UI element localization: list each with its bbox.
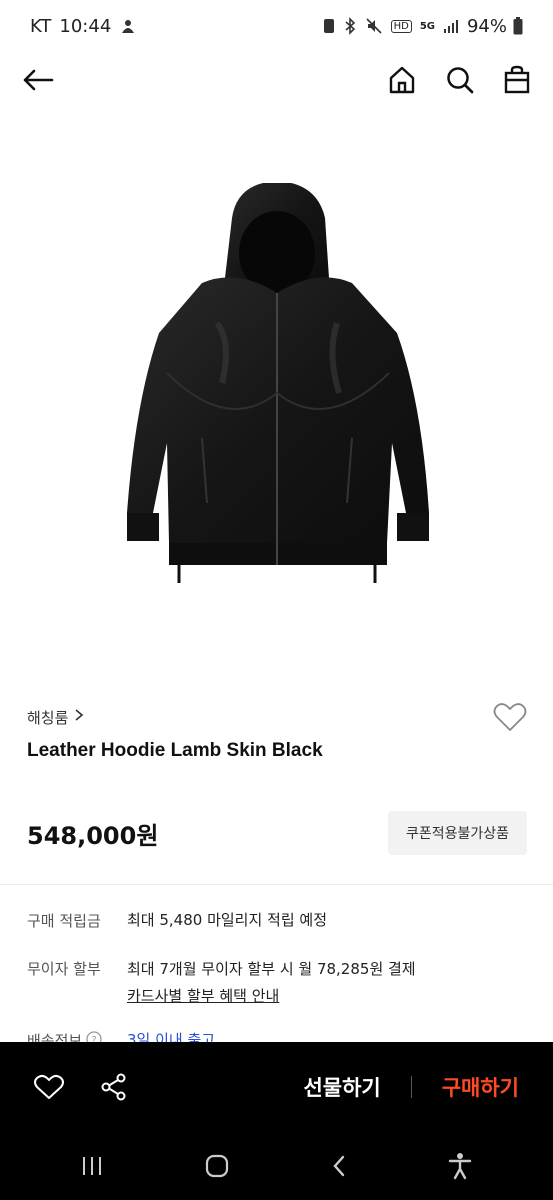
mute-icon	[365, 17, 383, 35]
battery-icon	[513, 17, 523, 35]
system-nav-bar	[0, 1132, 553, 1200]
app-bar-actions	[387, 65, 531, 95]
bottom-action-bar: 선물하기 구매하기	[0, 1042, 553, 1132]
back-arrow-icon[interactable]	[22, 68, 54, 92]
sim-icon	[323, 18, 335, 34]
back-nav-icon[interactable]	[331, 1154, 347, 1178]
price-row: 548,000원 쿠폰적용불가상품	[27, 810, 527, 856]
installment-benefits-link[interactable]: 카드사별 할부 혜택 안내	[127, 983, 416, 1010]
brand-link[interactable]: 해칭룸	[27, 707, 84, 728]
accessibility-icon[interactable]	[447, 1152, 473, 1180]
product-image[interactable]	[0, 108, 553, 688]
coupon-badge: 쿠폰적용불가상품	[387, 811, 527, 855]
notification-icon	[119, 17, 137, 35]
points-row: 구매 적립금 최대 5,480 마일리지 적립 예정	[27, 910, 327, 931]
shopping-bag-icon[interactable]	[503, 65, 531, 95]
bottom-left-actions	[34, 1073, 128, 1101]
like-heart-icon[interactable]	[34, 1074, 64, 1100]
installment-value: 최대 7개월 무이자 할부 시 월 78,285원 결제	[127, 960, 416, 978]
network-5g-icon: 5G	[419, 20, 435, 32]
chevron-right-icon	[74, 708, 84, 726]
signal-icon	[443, 18, 459, 34]
app-bar	[0, 52, 553, 108]
gift-button[interactable]: 선물하기	[303, 1072, 380, 1102]
bluetooth-icon	[343, 17, 357, 35]
button-separator	[410, 1076, 412, 1098]
home-icon[interactable]	[387, 65, 417, 95]
status-right: HD 5G 94%	[323, 16, 523, 37]
price: 548,000원	[27, 821, 159, 850]
status-left: KT 10:44	[30, 16, 137, 37]
installment-label: 무이자 할부	[27, 960, 101, 978]
carrier-label: KT	[30, 15, 52, 37]
battery: 94%	[467, 16, 523, 37]
buy-button[interactable]: 구매하기	[442, 1072, 519, 1102]
search-icon[interactable]	[445, 65, 475, 95]
bottom-right-actions: 선물하기 구매하기	[303, 1072, 519, 1102]
product-name: Leather Hoodie Lamb Skin Black	[27, 740, 323, 761]
brand-row: 해칭룸	[27, 703, 527, 731]
points-label: 구매 적립금	[27, 912, 101, 930]
leather-hoodie-jacket-image	[126, 183, 429, 583]
installment-row: 무이자 할부 최대 7개월 무이자 할부 시 월 78,285원 결제 카드사별…	[27, 956, 416, 1010]
heart-icon[interactable]	[493, 702, 527, 732]
share-icon[interactable]	[100, 1073, 128, 1101]
points-value: 최대 5,480 마일리지 적립 예정	[127, 911, 328, 929]
recent-apps-icon[interactable]	[80, 1155, 104, 1177]
brand-name: 해칭룸	[27, 708, 69, 727]
status-bar: KT 10:44 HD 5G 94%	[0, 0, 553, 52]
home-nav-icon[interactable]	[204, 1153, 230, 1179]
section-divider	[0, 884, 553, 895]
hd-icon: HD	[390, 19, 412, 33]
installment-values: 최대 7개월 무이자 할부 시 월 78,285원 결제 카드사별 할부 혜택 …	[127, 956, 416, 1010]
battery-percent: 94%	[466, 15, 507, 37]
clock: 10:44	[59, 15, 112, 37]
